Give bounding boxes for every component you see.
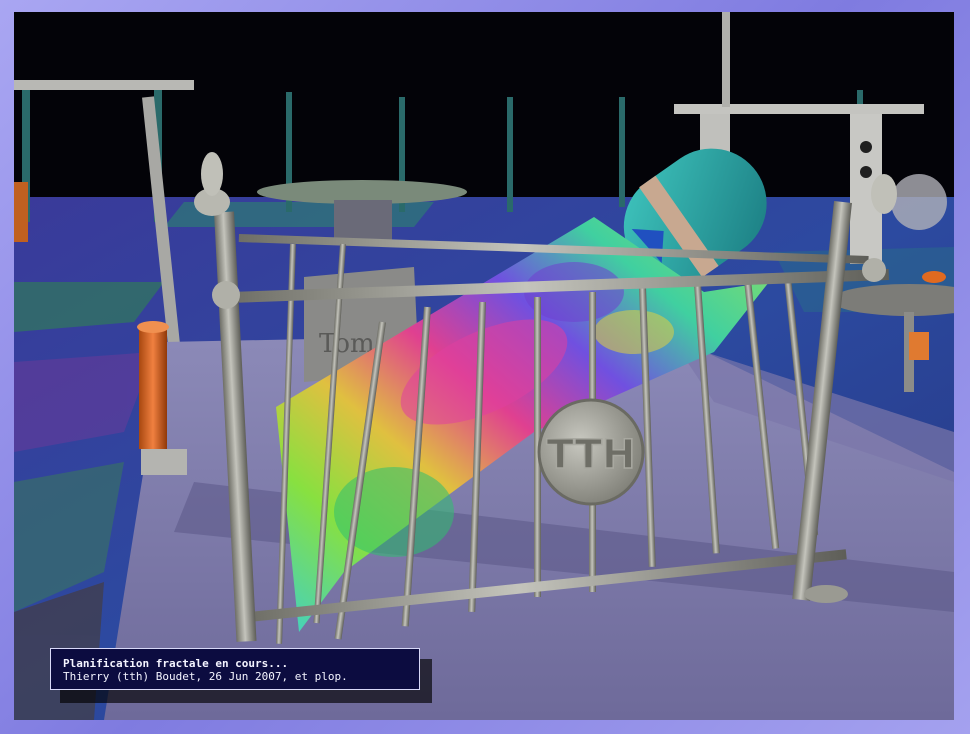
caption-box: Planification fractale en cours... Thier… (50, 648, 420, 690)
image-frame: Tom TTH Planification fractale en cours.… (0, 0, 970, 734)
plaque-text: TTH (547, 432, 636, 478)
scene-illustration: Tom TTH (14, 12, 954, 720)
caption-line-1: Planification fractale en cours... (63, 657, 289, 670)
rendered-scene: Tom TTH (14, 12, 954, 720)
caption-line-2: Thierry (tth) Boudet, 26 Jun 2007, et pl… (63, 670, 348, 683)
